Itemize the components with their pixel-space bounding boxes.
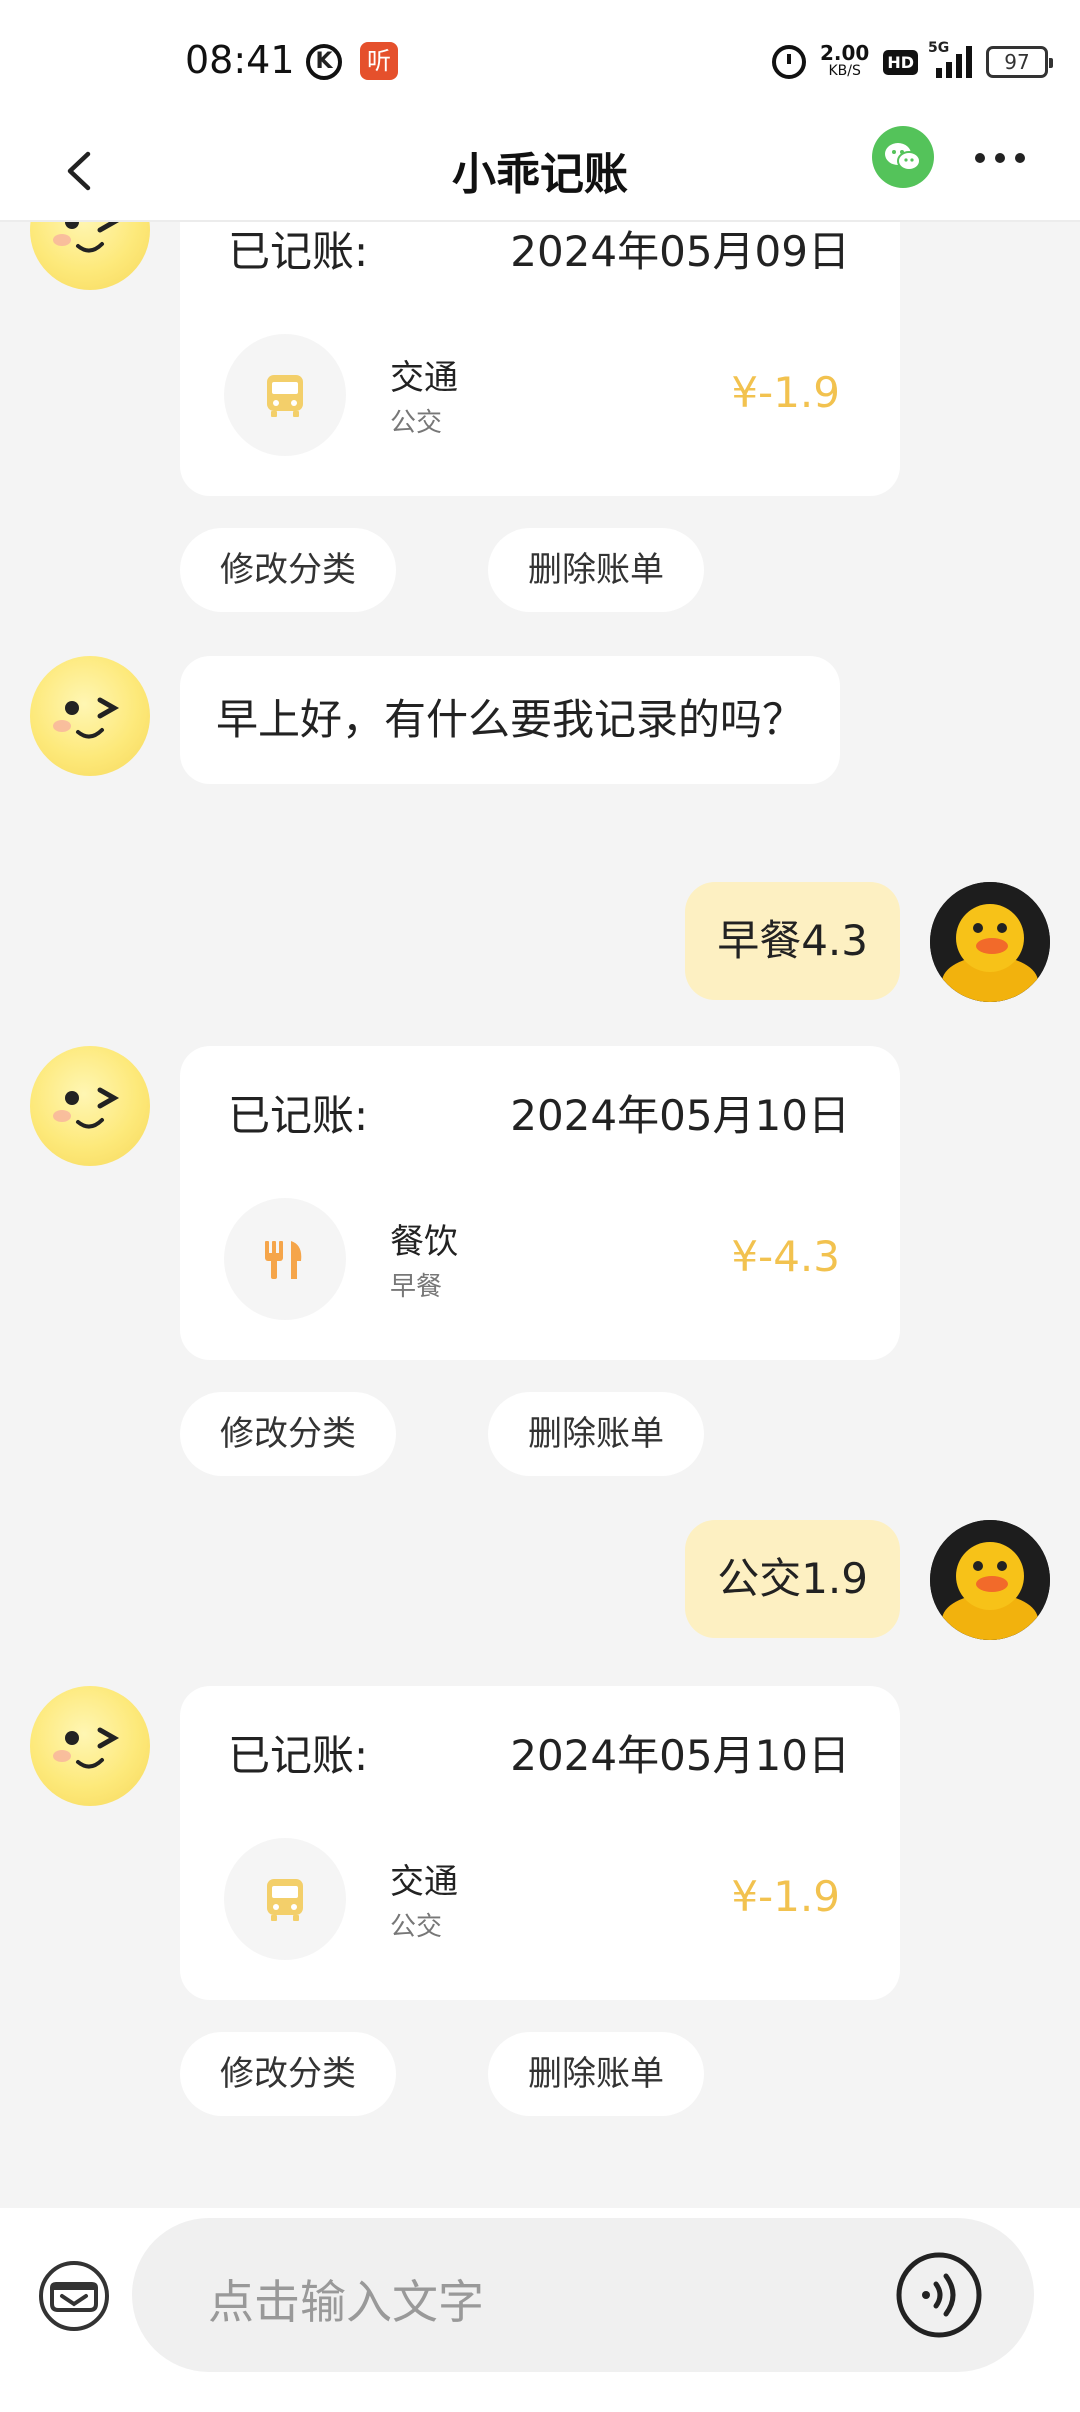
- alarm-icon: [771, 45, 806, 79]
- delete-bill-button[interactable]: 删除账单: [488, 1392, 704, 1476]
- wallet-icon[interactable]: [36, 2258, 112, 2334]
- status-right: 2.00 KB/S HD 5G 97: [771, 40, 1053, 84]
- chat-list[interactable]: 已记账: 2024年05月09日 交通 公交 ¥-1.9 修改分类 删除账单 早…: [0, 222, 1080, 2208]
- delete-bill-button[interactable]: 删除账单: [488, 2032, 704, 2116]
- record-label: 已记账:: [228, 1731, 369, 1780]
- bot-avatar: [30, 656, 150, 776]
- bot-avatar: [30, 222, 150, 290]
- user-avatar-duck: [930, 1520, 1050, 1640]
- record-date: 2024年05月09日: [510, 227, 850, 276]
- ting-app-icon: 听: [360, 42, 398, 80]
- text-input-placeholder: 点击输入文字: [208, 2275, 484, 2329]
- user-avatar-duck: [930, 882, 1050, 1002]
- k-app-icon: K: [306, 44, 342, 80]
- fork-knife-icon: [224, 1198, 346, 1320]
- record-category: 交通: [390, 358, 458, 398]
- modify-category-button[interactable]: 修改分类: [180, 1392, 396, 1476]
- status-bar: 08:41 K 听 2.00 KB/S HD 5G 97: [0, 0, 1080, 120]
- modify-category-button[interactable]: 修改分类: [180, 2032, 396, 2116]
- bot-avatar: [30, 1686, 150, 1806]
- record-card: 已记账: 2024年05月10日 交通 公交 ¥-1.9: [180, 1686, 900, 2000]
- battery-icon: 97: [986, 46, 1053, 78]
- wechat-icon[interactable]: [872, 126, 934, 188]
- record-label: 已记账:: [228, 1091, 369, 1140]
- bot-avatar: [30, 1046, 150, 1166]
- record-amount: ¥-1.9: [731, 1872, 840, 1921]
- delete-bill-button[interactable]: 删除账单: [488, 528, 704, 612]
- record-subcategory: 公交: [390, 408, 443, 438]
- voice-icon[interactable]: [894, 2250, 984, 2340]
- record-card: 已记账: 2024年05月10日 餐饮 早餐 ¥-4.3: [180, 1046, 900, 1360]
- bot-message-bubble: 早上好，有什么要我记录的吗？: [180, 656, 840, 784]
- user-message-bubble: 公交1.9: [685, 1520, 900, 1638]
- signal-icon: 5G: [928, 40, 972, 78]
- bus-icon: [224, 334, 346, 456]
- record-date: 2024年05月10日: [510, 1731, 850, 1780]
- record-subcategory: 早餐: [390, 1272, 443, 1302]
- input-bar: 点击输入文字: [0, 2208, 1080, 2412]
- record-label: 已记账:: [228, 227, 369, 276]
- network-type: 5G: [928, 40, 950, 56]
- text-input[interactable]: 点击输入文字: [132, 2218, 1034, 2372]
- record-category: 交通: [390, 1862, 458, 1902]
- more-options-icon[interactable]: [972, 138, 1028, 178]
- status-time: 08:41: [185, 38, 295, 82]
- record-amount: ¥-4.3: [731, 1232, 840, 1281]
- record-amount: ¥-1.9: [731, 368, 840, 417]
- user-message-bubble: 早餐4.3: [685, 882, 900, 1000]
- hd-badge: HD: [883, 49, 918, 75]
- record-date: 2024年05月10日: [510, 1091, 850, 1140]
- modify-category-button[interactable]: 修改分类: [180, 528, 396, 612]
- record-category: 餐饮: [390, 1222, 458, 1262]
- bus-icon: [224, 1838, 346, 1960]
- network-speed: 2.00 KB/S: [820, 43, 869, 80]
- record-subcategory: 公交: [390, 1912, 443, 1942]
- record-card: 已记账: 2024年05月09日 交通 公交 ¥-1.9: [180, 222, 900, 496]
